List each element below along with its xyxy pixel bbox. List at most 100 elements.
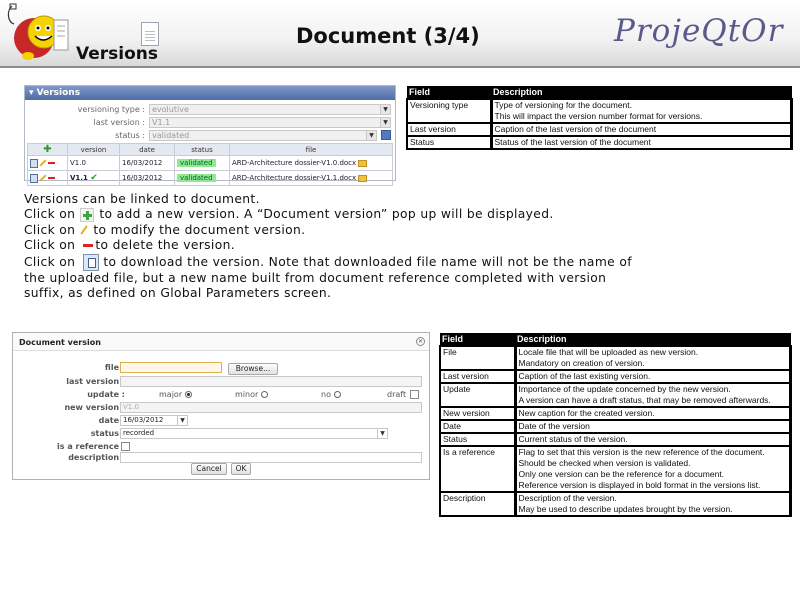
date-input[interactable]: 16/03/2012 ▼ <box>120 415 188 426</box>
status-list-button[interactable] <box>381 130 391 140</box>
reference-checkbox[interactable] <box>121 442 130 451</box>
description-line: Flag to set that this version is the new… <box>518 447 765 468</box>
description-line: Description of the version. <box>518 493 617 503</box>
column-header-date: date <box>119 143 175 156</box>
text-fragment: Click on <box>24 238 76 253</box>
last-version-field <box>120 376 422 387</box>
text-fragment: to modify the document version. <box>93 222 306 237</box>
status-select[interactable]: validated ▼ <box>149 130 377 141</box>
table-row: New version New caption for the created … <box>439 406 792 421</box>
page-title: Document (3/4) <box>296 24 480 48</box>
chevron-down-icon[interactable]: ▼ <box>177 416 187 425</box>
table-row: File Locale file that will be uploaded a… <box>439 345 792 371</box>
description-label: description : <box>68 453 125 462</box>
versions-field-table: Field Description Versioning type Type o… <box>406 86 793 150</box>
status-row: status : recorded ▼ <box>13 428 431 440</box>
chevron-down-icon[interactable]: ▼ <box>380 105 390 114</box>
description-cell: Flag to set that this version is the new… <box>514 445 792 493</box>
description-header: Description <box>515 333 791 346</box>
last-version-select[interactable]: V1.1 ▼ <box>149 117 391 128</box>
date-value: 16/03/2012 <box>123 416 164 424</box>
table-row: Status Status of the last version of the… <box>406 135 793 150</box>
add-version-header: ✚ <box>27 143 68 156</box>
new-version-row: new version : V1.0 <box>13 402 431 414</box>
file-name: ARD-Architecture dossier-V1.0.docx <box>232 159 357 167</box>
chevron-down-icon[interactable]: ▼ <box>380 118 390 127</box>
edit-icon[interactable] <box>39 159 47 167</box>
date-cell: 16/03/2012 <box>119 155 175 171</box>
description-line: Reference version is displayed in bold f… <box>518 480 761 490</box>
folder-icon[interactable] <box>358 174 368 182</box>
description-line: Type of versioning for the document. <box>494 100 633 110</box>
file-cell: ARD-Architecture dossier-V1.0.docx <box>229 155 393 171</box>
description-cell: Locale file that will be uploaded as new… <box>514 345 792 371</box>
last-version-row: last version : <box>13 376 431 388</box>
file-cell: ARD-Architecture dossier-V1.1.docx <box>229 170 393 186</box>
folder-icon[interactable] <box>358 159 368 167</box>
field-header: Field <box>440 333 515 346</box>
no-radio[interactable] <box>333 391 341 398</box>
last-version-value: V1.1 <box>152 118 171 127</box>
text-line: Click on to delete the version. <box>24 238 634 253</box>
field-cell: New version <box>439 406 517 421</box>
description-cell: Status of the last version of the docume… <box>490 135 793 150</box>
download-icon[interactable] <box>30 158 38 168</box>
versioning-type-select[interactable]: evolutive ▼ <box>149 104 391 115</box>
text-fragment: Click on <box>24 207 76 222</box>
cancel-button[interactable]: Cancel <box>191 463 227 475</box>
ok-button[interactable]: OK <box>231 463 251 475</box>
version-cell: V1.0 <box>67 155 120 171</box>
field-cell: Description <box>439 491 517 517</box>
edit-icon <box>80 225 89 235</box>
update-option-no[interactable]: no <box>321 390 341 399</box>
update-option-minor[interactable]: minor <box>235 390 268 399</box>
update-option-major[interactable]: major <box>159 390 192 399</box>
delete-icon <box>83 244 94 248</box>
description-input[interactable] <box>120 452 422 463</box>
file-input[interactable] <box>120 362 222 373</box>
versions-panel-header[interactable]: ▾ Versions <box>25 86 395 100</box>
delete-icon[interactable] <box>48 177 55 179</box>
text-line: Versions can be linked to document. <box>24 192 260 206</box>
delete-icon[interactable] <box>48 162 55 164</box>
section-title: Versions <box>76 44 158 64</box>
description-cell: Importance of the update concerned by th… <box>514 382 792 408</box>
row-actions <box>27 155 68 171</box>
table-row: V1.0 16/03/2012 validated ARD-Architectu… <box>27 155 393 171</box>
description-cell: Type of versioning for the document. This… <box>490 98 793 124</box>
table-row: Description Description of the version. M… <box>439 491 792 517</box>
version-cell: V1.1 ✔ <box>67 170 120 186</box>
major-label: major <box>159 390 183 399</box>
chevron-down-icon[interactable]: ▼ <box>366 131 376 140</box>
status-value: recorded <box>123 429 155 437</box>
minor-radio[interactable] <box>260 391 268 398</box>
description-header: Description <box>491 86 792 99</box>
edit-icon[interactable] <box>39 174 47 182</box>
minor-label: minor <box>235 390 259 399</box>
draft-checkbox[interactable] <box>410 390 419 399</box>
browse-button[interactable]: Browse... <box>228 363 278 375</box>
status-cell: validated <box>174 155 230 171</box>
close-icon[interactable]: ✕ <box>416 337 425 346</box>
field-cell: Date <box>439 419 517 434</box>
description-line: Only one version can be the reference fo… <box>518 469 725 479</box>
description-line: Locale file that will be uploaded as new… <box>518 347 699 357</box>
download-icon[interactable] <box>30 173 38 183</box>
description-line: Importance of the update concerned by th… <box>518 384 731 394</box>
field-cell: Update <box>439 382 517 408</box>
last-version-label: last version : <box>66 377 125 386</box>
no-label: no <box>321 390 331 399</box>
file-row: file : Browse... <box>13 362 431 375</box>
major-radio[interactable] <box>184 391 192 398</box>
add-icon[interactable]: ✚ <box>43 144 51 155</box>
header-bar: Versions Document (3/4) ProjeQtOr <box>0 0 800 68</box>
table-header-row: Field Description <box>440 333 791 346</box>
versioning-type-label: versioning type : <box>77 105 145 114</box>
versions-table: ✚ version date status file V1.0 16/03/20… <box>27 143 393 186</box>
status-badge: validated <box>177 174 216 182</box>
chevron-down-icon[interactable]: ▼ <box>377 429 387 438</box>
description-line: Mandatory on creation of version. <box>518 358 645 368</box>
file-name: ARD-Architecture dossier-V1.1.docx <box>232 174 357 182</box>
last-version-row: last version : V1.1 ▼ <box>25 117 397 129</box>
status-select[interactable]: recorded ▼ <box>120 428 388 439</box>
